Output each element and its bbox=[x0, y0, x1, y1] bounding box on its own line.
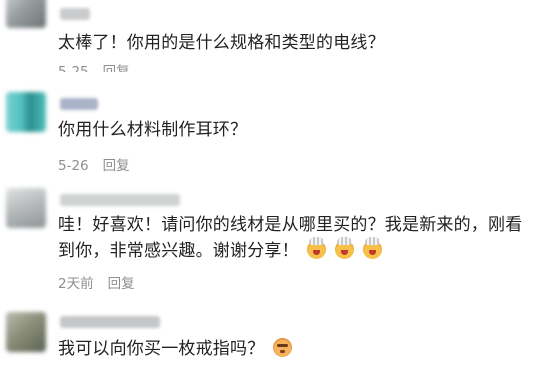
comment-meta: 5-26 回复 bbox=[58, 154, 130, 174]
comment-item: 我可以向你买一枚戒指吗？ bbox=[0, 306, 554, 368]
exploding-head-emoji-icon bbox=[362, 237, 382, 259]
comment-text: 我可以向你买一枚戒指吗？ bbox=[58, 336, 293, 363]
comment-date: 5-26 bbox=[58, 158, 89, 174]
username-blurred[interactable] bbox=[60, 8, 90, 20]
reply-button[interactable]: 回复 bbox=[103, 63, 130, 72]
comment-meta: 5-25 回复 bbox=[58, 63, 130, 72]
reply-button[interactable]: 回复 bbox=[108, 272, 135, 292]
flushed-face-emoji-icon bbox=[273, 338, 293, 357]
comment-meta: 2天前 回复 bbox=[58, 272, 135, 292]
comment-date: 5-25 bbox=[58, 64, 89, 72]
comment-text-content: 我可以向你买一枚戒指吗？ bbox=[58, 339, 265, 359]
comment-text-line-2-content: 到你，非常感兴趣。谢谢分享！ bbox=[58, 241, 299, 261]
username-blurred[interactable] bbox=[60, 98, 98, 110]
avatar[interactable] bbox=[6, 0, 46, 28]
comment-item: 你用什么材料制作耳环？ 5-26 回复 bbox=[0, 88, 554, 178]
username-blurred[interactable] bbox=[60, 194, 180, 206]
avatar[interactable] bbox=[6, 312, 46, 352]
comment-text: 你用什么材料制作耳环？ bbox=[58, 120, 248, 140]
exploding-head-emoji-icon bbox=[335, 237, 355, 259]
avatar[interactable] bbox=[6, 188, 46, 228]
comment-text-line-1: 哇！好喜欢！请问你的线材是从哪里买的？我是新来的，刚看 bbox=[58, 215, 523, 235]
comment-item: 太棒了！你用的是什么规格和类型的电线？ 5-25 回复 bbox=[0, 0, 554, 72]
avatar[interactable] bbox=[6, 92, 46, 132]
reply-button[interactable]: 回复 bbox=[103, 154, 130, 174]
username-blurred[interactable] bbox=[60, 316, 160, 328]
comment-item: 哇！好喜欢！请问你的线材是从哪里买的？我是新来的，刚看 到你，非常感兴趣。谢谢分… bbox=[0, 182, 554, 292]
comment-text-line-2: 到你，非常感兴趣。谢谢分享！ bbox=[58, 237, 382, 265]
comment-date: 2天前 bbox=[58, 276, 94, 292]
comment-text: 太棒了！你用的是什么规格和类型的电线？ bbox=[58, 33, 385, 53]
exploding-head-emoji-icon bbox=[307, 237, 327, 259]
